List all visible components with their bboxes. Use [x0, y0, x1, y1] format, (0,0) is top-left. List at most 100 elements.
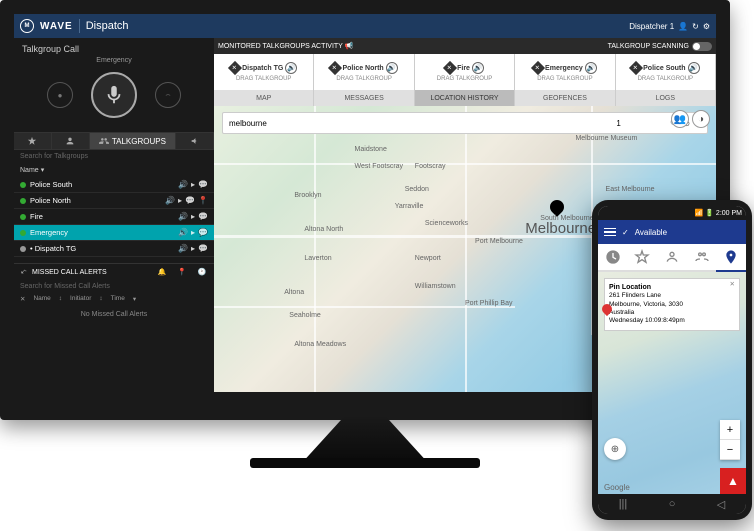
record-button[interactable]: ● — [47, 82, 73, 108]
presence-icon[interactable]: 👤 — [678, 22, 688, 31]
arrow-icon[interactable]: ▸ — [191, 212, 195, 221]
tab-groups-mobile[interactable] — [687, 244, 717, 270]
speaker-icon[interactable]: 🔊 — [178, 212, 188, 221]
map-tab[interactable]: LOGS — [616, 90, 716, 106]
close-slot-icon[interactable] — [328, 61, 342, 75]
refresh-icon[interactable]: ↻ — [692, 22, 699, 31]
alert-bell-icon[interactable]: 🔔 — [156, 268, 168, 276]
person-icon — [664, 249, 680, 265]
tab-contact-mobile[interactable] — [657, 244, 687, 270]
talkgroup-slot[interactable]: Police South🔊DRAG TALKGROUP — [616, 54, 716, 90]
tab-broadcast[interactable] — [176, 133, 214, 149]
map-tab[interactable]: MESSAGES — [314, 90, 414, 106]
map-tab[interactable]: GEOFENCES — [515, 90, 615, 106]
talkgroup-row[interactable]: Emergency 🔊▸💬 — [14, 225, 214, 241]
chat-icon[interactable]: 💬 — [185, 196, 195, 205]
tab-talkgroups[interactable]: TALKGROUPS — [90, 133, 177, 149]
home-button[interactable]: ○ — [669, 498, 676, 510]
place-label: Port Phillip Bay — [465, 300, 512, 307]
tab-favorites[interactable] — [14, 133, 52, 149]
arrow-icon[interactable]: ▸ — [191, 228, 195, 237]
availability-status[interactable]: Available — [635, 228, 667, 237]
menu-icon[interactable] — [604, 228, 616, 237]
alert-clock-icon[interactable]: 🕐 — [196, 268, 208, 276]
slot-speaker-icon[interactable]: 🔊 — [585, 62, 597, 74]
people-layer-button[interactable]: 👥 — [671, 110, 689, 128]
back-button[interactable]: ||| — [619, 498, 628, 510]
alert-pin-icon[interactable]: 📍 — [176, 268, 188, 276]
slot-speaker-icon[interactable]: 🔊 — [386, 62, 398, 74]
talkgroup-slot[interactable]: Emergency🔊DRAG TALKGROUP — [515, 54, 615, 90]
layer-button[interactable]: ◑ — [692, 110, 710, 128]
chat-icon[interactable]: 💬 — [198, 244, 208, 253]
talkgroup-slot[interactable]: Dispatch TG🔊DRAG TALKGROUP — [214, 54, 314, 90]
close-slot-icon[interactable] — [228, 61, 242, 75]
place-label: West Footscray — [355, 163, 404, 170]
close-slot-icon[interactable] — [531, 61, 545, 75]
no-alerts-message: No Missed Call Alerts — [14, 305, 214, 324]
recents-button[interactable]: ◁ — [717, 498, 725, 511]
sidebar-tabs: TALKGROUPS — [14, 132, 214, 150]
tab-history[interactable] — [598, 244, 628, 270]
slot-speaker-icon[interactable]: 🔊 — [688, 62, 700, 74]
settings-gear-icon[interactable]: ⚙ — [703, 22, 710, 31]
talkgroup-name: Emergency — [30, 228, 174, 237]
emergency-alert-button[interactable]: ▲ — [720, 468, 746, 494]
missed-call-icon — [20, 268, 28, 276]
tab-favorites-mobile[interactable] — [628, 244, 658, 270]
end-call-button[interactable]: ⌢ — [155, 82, 181, 108]
speaker-icon[interactable]: 🔊 — [165, 196, 175, 205]
speaker-icon[interactable]: 🔊 — [178, 180, 188, 189]
slot-speaker-icon[interactable]: 🔊 — [472, 62, 484, 74]
chat-icon[interactable]: 💬 — [198, 180, 208, 189]
phone-app-header: ✓ Available — [598, 220, 746, 244]
place-label: East Melbourne — [606, 186, 655, 193]
app-title: Dispatch — [86, 20, 129, 32]
tab-contacts[interactable] — [52, 133, 90, 149]
zoom-out-button[interactable]: − — [720, 440, 740, 460]
arrow-icon[interactable]: ▸ — [178, 196, 182, 205]
place-label: Newport — [415, 255, 441, 262]
missed-search[interactable]: Search for Missed Call Alerts — [14, 280, 214, 293]
mobile-phone: 📶 🔋 2:00 PM ✓ Available ✕ Pin Location 2… — [592, 200, 752, 520]
name-column[interactable]: Name — [20, 167, 39, 174]
arrow-icon[interactable]: ▸ — [191, 244, 195, 253]
map-tab[interactable]: MAP — [214, 90, 314, 106]
gps-center-button[interactable]: ⊕ — [604, 438, 626, 460]
talkgroup-row[interactable]: • Dispatch TG 🔊▸💬 — [14, 241, 214, 257]
close-slot-icon[interactable] — [629, 61, 643, 75]
slot-speaker-icon[interactable]: 🔊 — [285, 62, 297, 74]
talkgroup-search[interactable]: Search for Talkgroups — [14, 150, 214, 163]
radius-input[interactable] — [613, 119, 625, 128]
tab-map-mobile[interactable] — [716, 244, 746, 272]
talkgroup-row[interactable]: Police South 🔊▸💬 — [14, 177, 214, 193]
ptt-mic-button[interactable] — [91, 72, 137, 118]
groups-icon — [694, 249, 710, 265]
chat-icon[interactable]: 💬 — [198, 212, 208, 221]
speaker-icon[interactable]: 🔊 — [178, 244, 188, 253]
arrow-icon[interactable]: ▸ — [191, 180, 195, 189]
place-label: Yarraville — [395, 203, 424, 210]
group-icon — [99, 136, 109, 146]
talkgroup-row[interactable]: Fire 🔊▸💬 — [14, 209, 214, 225]
scanning-toggle[interactable] — [692, 42, 712, 51]
sort-icon[interactable]: ▾ — [41, 166, 45, 174]
location-search-input[interactable] — [227, 119, 565, 128]
talkgroup-row[interactable]: Police North 🔊▸💬📍 — [14, 193, 214, 209]
location-icon[interactable]: 📍 — [198, 196, 208, 205]
talkgroup-slot[interactable]: Police North🔊DRAG TALKGROUP — [314, 54, 414, 90]
place-label: Altona — [284, 289, 304, 296]
place-label: Altona North — [304, 226, 343, 233]
talkgroup-slot[interactable]: Fire🔊DRAG TALKGROUP — [415, 54, 515, 90]
close-slot-icon[interactable] — [443, 61, 457, 75]
zoom-in-button[interactable]: + — [720, 420, 740, 440]
phone-map[interactable]: ✕ Pin Location 261 Flinders Lane Melbour… — [598, 272, 746, 494]
zoom-controls: + − — [720, 420, 740, 460]
close-card-icon[interactable]: ✕ — [730, 281, 735, 289]
map-tab[interactable]: LOCATION HISTORY — [415, 90, 515, 106]
chat-icon[interactable]: 💬 — [198, 228, 208, 237]
checkmark-icon: ✓ — [622, 228, 629, 237]
speaker-icon[interactable]: 🔊 — [178, 228, 188, 237]
person-icon — [65, 136, 75, 146]
talkgroup-list: Police South 🔊▸💬 Police North 🔊▸💬📍 Fire … — [14, 177, 214, 257]
